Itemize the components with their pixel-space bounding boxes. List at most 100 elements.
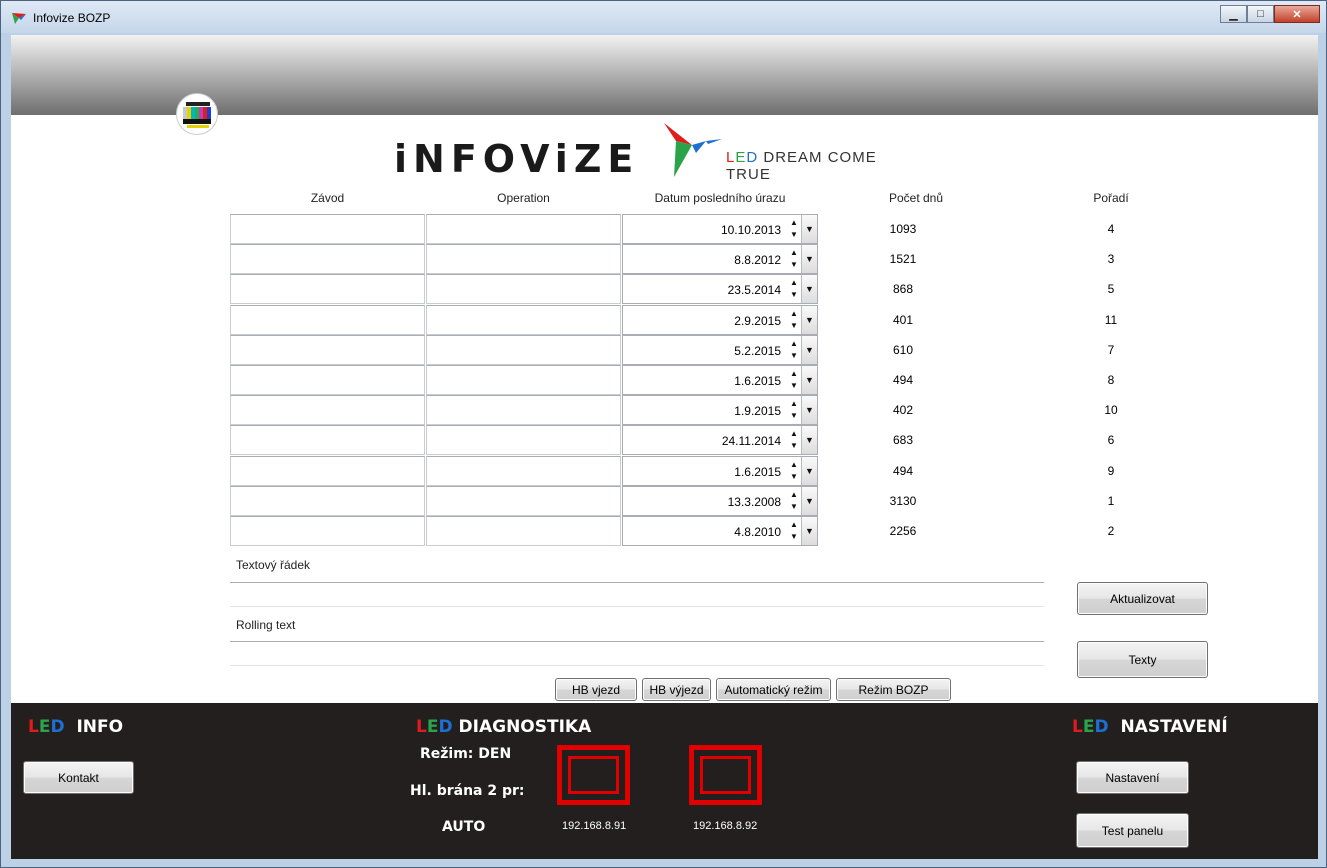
date-picker[interactable]: 23.5.2014 ▲ ▼ ▼ <box>622 274 818 305</box>
chevron-down-icon[interactable]: ▼ <box>801 486 817 515</box>
zavod-cell[interactable] <box>230 304 425 335</box>
kontakt-button[interactable]: Kontakt <box>23 761 134 794</box>
up-down-spinner-icon[interactable]: ▲ ▼ <box>788 459 800 485</box>
chevron-down-icon[interactable]: ▼ <box>801 275 817 304</box>
hb-vjezd-button[interactable]: HB vjezd <box>555 678 637 701</box>
test-panelu-button[interactable]: Test panelu <box>1076 813 1189 848</box>
up-down-spinner-icon[interactable]: ▲ ▼ <box>788 217 800 243</box>
chevron-down-icon[interactable]: ▼ <box>801 366 817 394</box>
chevron-down-icon[interactable]: ▼ <box>801 335 817 364</box>
chevron-down-icon[interactable]: ▼ <box>801 245 817 274</box>
aktualizovat-button[interactable]: Aktualizovat <box>1077 582 1208 615</box>
zavod-cell[interactable] <box>230 214 425 244</box>
operation-cell[interactable] <box>426 455 621 486</box>
operation-cell[interactable] <box>426 516 621 546</box>
date-value: 2.9.2015 <box>734 313 781 328</box>
rank: 4 <box>1107 222 1115 236</box>
date-picker[interactable]: 1.6.2015 ▲ ▼ ▼ <box>622 455 818 486</box>
zavod-cell[interactable] <box>230 455 425 486</box>
operation-cell[interactable] <box>426 304 621 335</box>
rolling-text-label: Rolling text <box>236 618 296 632</box>
chevron-down-icon[interactable]: ▼ <box>801 305 817 334</box>
rank: 10 <box>1104 403 1118 418</box>
zavod-cell[interactable] <box>230 365 425 395</box>
days-count: 868 <box>892 282 914 297</box>
zavod-cell[interactable] <box>230 334 425 365</box>
app-window: Infovize BOZP ▁ □ ✕ iNFOViZE LED DREAM C… <box>0 0 1327 868</box>
date-picker[interactable]: 8.8.2012 ▲ ▼ ▼ <box>622 244 818 275</box>
rank: 3 <box>1107 252 1115 267</box>
rank: 9 <box>1107 463 1115 478</box>
table-row: 24.11.2014 ▲ ▼ ▼ 683 6 <box>230 425 1130 456</box>
days-count: 2256 <box>889 524 917 538</box>
up-down-spinner-icon[interactable]: ▲ ▼ <box>788 428 800 454</box>
up-down-spinner-icon[interactable]: ▲ ▼ <box>788 519 800 545</box>
up-down-spinner-icon[interactable]: ▲ ▼ <box>788 489 800 515</box>
led-nastaveni-title: LED NASTAVENÍ <box>1072 717 1228 737</box>
minimize-button[interactable]: ▁ <box>1220 5 1247 23</box>
chevron-down-icon[interactable]: ▼ <box>801 456 817 485</box>
date-picker[interactable]: 4.8.2010 ▲ ▼ ▼ <box>622 516 818 546</box>
title-bar[interactable]: Infovize BOZP ▁ □ ✕ <box>1 1 1326 33</box>
up-down-spinner-icon[interactable]: ▲ ▼ <box>788 308 800 334</box>
days-count: 494 <box>892 373 914 387</box>
days-count: 401 <box>892 312 914 327</box>
panel-1-status-indicator <box>557 745 630 805</box>
tv-test-pattern-icon[interactable] <box>176 93 218 135</box>
zavod-cell[interactable] <box>230 395 425 426</box>
zavod-cell[interactable] <box>230 485 425 516</box>
close-button[interactable]: ✕ <box>1274 5 1320 23</box>
textovy-radek-input[interactable] <box>230 582 1044 607</box>
table-row: 5.2.2015 ▲ ▼ ▼ 610 7 <box>230 334 1130 365</box>
operation-cell[interactable] <box>426 214 621 244</box>
chevron-down-icon[interactable]: ▼ <box>801 215 817 243</box>
up-down-spinner-icon[interactable]: ▲ ▼ <box>788 398 800 424</box>
operation-cell[interactable] <box>426 244 621 275</box>
date-value: 8.8.2012 <box>734 253 781 268</box>
rank: 8 <box>1107 373 1115 387</box>
date-picker[interactable]: 24.11.2014 ▲ ▼ ▼ <box>622 425 818 456</box>
texty-button[interactable]: Texty <box>1077 641 1208 678</box>
chevron-down-icon[interactable]: ▼ <box>801 396 817 425</box>
operation-cell[interactable] <box>426 365 621 395</box>
up-down-spinner-icon[interactable]: ▲ ▼ <box>788 277 800 303</box>
infovize-bird-icon <box>12 13 26 24</box>
automaticky-rezim-button[interactable]: Automatický režim <box>716 678 831 701</box>
date-picker[interactable]: 1.9.2015 ▲ ▼ ▼ <box>622 395 818 426</box>
rank: 11 <box>1104 312 1118 327</box>
client-area: iNFOViZE LED DREAM COME TRUE Závod Opera… <box>11 35 1318 859</box>
date-picker[interactable]: 2.9.2015 ▲ ▼ ▼ <box>622 304 818 335</box>
operation-cell[interactable] <box>426 485 621 516</box>
operation-cell[interactable] <box>426 274 621 305</box>
date-picker[interactable]: 5.2.2015 ▲ ▼ ▼ <box>622 334 818 365</box>
bottom-panel: LED INFO LED DIAGNOSTIKA LED NASTAVENÍ K… <box>11 703 1318 859</box>
zavod-cell[interactable] <box>230 244 425 275</box>
date-picker[interactable]: 13.3.2008 ▲ ▼ ▼ <box>622 485 818 516</box>
zavod-cell[interactable] <box>230 274 425 305</box>
date-value: 10.10.2013 <box>720 223 781 237</box>
date-picker[interactable]: 10.10.2013 ▲ ▼ ▼ <box>622 214 818 244</box>
date-picker[interactable]: 1.6.2015 ▲ ▼ ▼ <box>622 365 818 395</box>
operation-cell[interactable] <box>426 395 621 426</box>
nastaveni-button[interactable]: Nastavení <box>1076 761 1189 794</box>
zavod-cell[interactable] <box>230 425 425 456</box>
up-down-spinner-icon[interactable]: ▲ ▼ <box>788 368 800 394</box>
zavod-cell[interactable] <box>230 516 425 546</box>
chevron-down-icon[interactable]: ▼ <box>801 517 817 545</box>
up-down-spinner-icon[interactable]: ▲ ▼ <box>788 338 800 364</box>
rezim-bozp-button[interactable]: Režim BOZP <box>836 678 951 701</box>
maximize-button[interactable]: □ <box>1247 5 1274 23</box>
auto-status: AUTO <box>442 819 486 835</box>
hb-vyjezd-button[interactable]: HB výjezd <box>642 678 711 701</box>
rolling-text-input[interactable] <box>230 641 1044 666</box>
operation-cell[interactable] <box>426 334 621 365</box>
operation-cell[interactable] <box>426 425 621 456</box>
table-row: 4.8.2010 ▲ ▼ ▼ 2256 2 <box>230 516 1130 546</box>
header-datum: Datum posledního úrazu <box>654 191 786 205</box>
up-down-spinner-icon[interactable]: ▲ ▼ <box>788 247 800 273</box>
brana-status: Hl. brána 2 pr: <box>410 783 525 799</box>
chevron-down-icon[interactable]: ▼ <box>801 426 817 455</box>
table-row: 2.9.2015 ▲ ▼ ▼ 401 11 <box>230 304 1130 335</box>
date-value: 1.6.2015 <box>734 464 781 479</box>
header-pocet-dnu: Počet dnů <box>888 191 944 205</box>
